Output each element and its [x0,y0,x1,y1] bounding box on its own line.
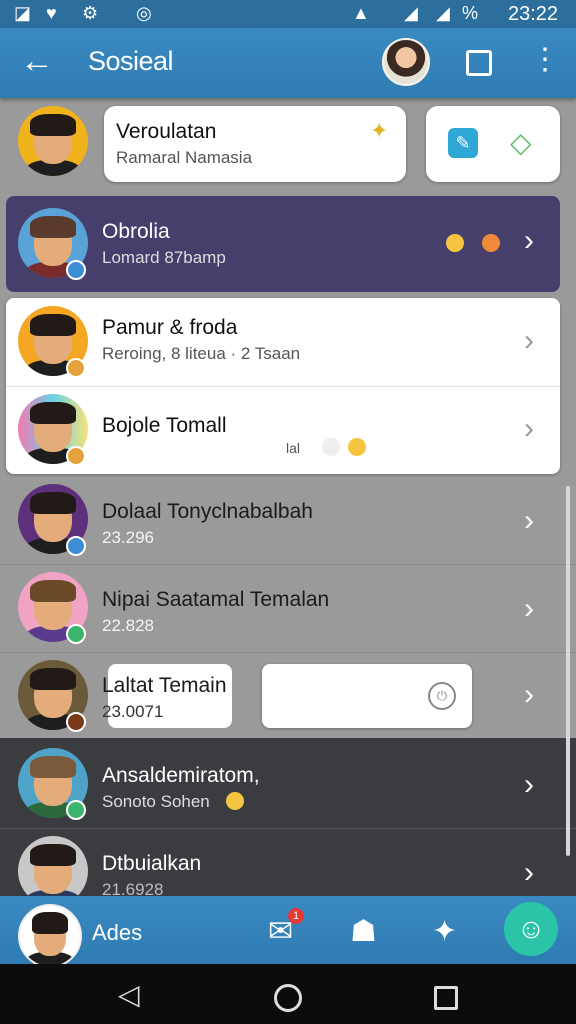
chat-name: Dtbuialkan [102,852,202,875]
avatar [18,836,88,898]
edit-icon[interactable]: ✎ [448,128,478,158]
top-card[interactable]: Veroulatan Ramaral Namasia ✦ [104,106,406,182]
top-card-actions: ✎ ◇ [426,106,560,182]
status-badge [66,260,86,280]
chevron-right-icon: › [524,768,534,801]
nav-bar: ◁ [0,964,576,1024]
chat-name: Obrolia [102,220,170,243]
input-card[interactable]: ⏻ [262,664,472,728]
chat-name[interactable]: Bojole Tomall [102,414,227,438]
bottom-label: Ades [92,920,143,945]
status-badge [66,446,86,466]
top-card-subtitle: Ramaral Namasia [116,148,253,167]
signal-icon: ◢ [436,3,450,23]
chat-subtitle: Reroing, 8 liteua · 2 Tsaan [102,344,301,363]
battery-icon: % [462,3,479,23]
notification-badge: 1 [288,908,304,924]
status-badge [66,624,86,644]
chat-item[interactable]: Dtbuialkan 21.6928 › [0,828,576,898]
back-arrow-icon[interactable]: ← [20,44,54,78]
app-bar: ← Sosieal ⋮ [0,28,576,98]
chevron-right-icon: › [524,678,534,711]
status-bar: ◪ ♥ ⚙ ◎ ▲ ◢ ◢ % 23:22 [0,0,576,28]
recent-apps-icon[interactable] [434,986,458,1010]
emoji-icon [482,234,500,252]
status-badge [66,358,86,378]
chat-subtitle: 23.296 [102,528,154,547]
chat-name: Laltat Temain [102,674,227,697]
chat-subtitle: Sonoto Sohen [102,792,210,811]
chevron-right-icon: › [524,856,534,889]
chat-name: Dolaal Tonyclnabalbah [102,500,313,523]
status-badge [66,800,86,820]
chat-name: Ansaldemiratom, [102,764,260,787]
app-title: Sosieal [88,46,174,76]
emoji-icon [348,438,366,456]
chat-tag: lal [286,440,301,456]
square-icon[interactable] [466,50,492,76]
scrollbar[interactable] [566,486,570,856]
avatar[interactable] [18,106,88,176]
chevron-right-icon[interactable]: › [524,324,534,358]
bottom-bar: Ades ✉ 1 ☗ ✦ ☺ [0,896,576,968]
chat-subtitle: Lomard 87bamp [102,248,226,267]
chat-item[interactable]: Ansaldemiratom, Sonoto Sohen › [0,740,576,828]
chat-item[interactable]: Nipai Saatamal Temalan 22.828 › [0,564,576,652]
chat-item[interactable]: Dolaal Tonyclnabalbah 23.296 › [0,476,576,564]
user-avatar[interactable] [18,904,82,968]
top-card-name: Veroulatan [116,120,217,143]
emoji-icon [322,438,340,456]
chevron-right-icon: › [524,504,534,537]
chat-list: Veroulatan Ramaral Namasia ✦ ✎ ◇ Obrolia… [0,98,576,898]
status-badge [66,536,86,556]
chat-subtitle: 23.0071 [102,702,164,721]
status-badge [66,712,86,732]
emoji-icon [226,792,244,810]
chat-item-highlighted[interactable]: Obrolia Lomard 87bamp › [6,196,560,292]
heart-icon: ♥ [46,3,57,23]
group-chat-fab[interactable]: ☺ [504,902,558,956]
puzzle-icon[interactable]: ✦ [432,914,457,949]
sparkle-icon: ✦ [370,118,389,143]
profile-avatar[interactable] [382,38,430,86]
power-icon[interactable]: ⏻ [428,682,456,710]
chat-name[interactable]: Pamur & froda [102,316,237,340]
chevron-right-icon: › [524,224,534,257]
chat-subtitle: 22.828 [102,616,154,635]
clock: 23:22 [508,3,559,25]
emoji-icon [446,234,464,252]
signal-icon: ▲ [352,3,370,23]
wifi-icon: ◢ [404,3,418,23]
diamond-icon[interactable]: ◇ [510,126,532,159]
notification-icon: ◪ [14,3,32,23]
more-vert-icon[interactable]: ⋮ [530,42,560,78]
chevron-right-icon[interactable]: › [524,412,534,446]
group-icon[interactable]: ☗ [350,914,377,949]
settings-icon: ◎ [136,3,152,23]
home-icon[interactable] [274,984,302,1012]
chat-item[interactable]: Laltat Temain 23.0071 ⏻ › [0,652,576,740]
chat-name: Nipai Saatamal Temalan [102,588,330,611]
tool-icon: ⚙ [82,3,99,23]
back-nav-icon[interactable]: ◁ [118,978,140,1011]
chat-group: Pamur & froda Reroing, 8 liteua · 2 Tsaa… [6,298,560,474]
chevron-right-icon: › [524,592,534,625]
